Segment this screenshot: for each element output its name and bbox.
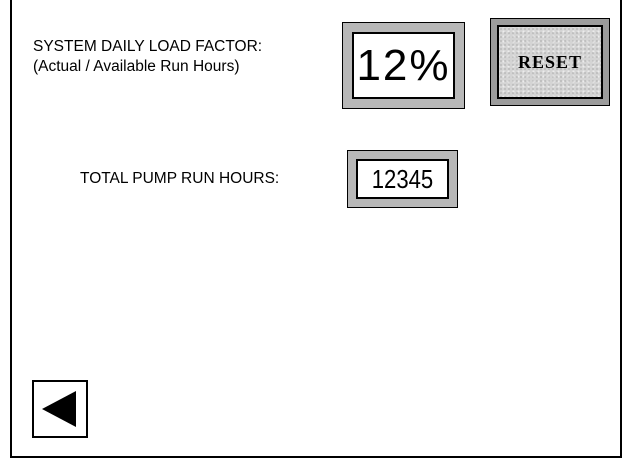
reset-button[interactable]: RESET: [490, 18, 610, 106]
load-factor-display-inner: 12%: [352, 32, 455, 99]
pump-hours-display-inner: 12345: [356, 159, 449, 199]
back-button[interactable]: [32, 380, 88, 438]
total-pump-run-hours-label: TOTAL PUMP RUN HOURS:: [80, 170, 280, 187]
reset-button-label[interactable]: RESET: [497, 25, 603, 99]
load-factor-label-line1: SYSTEM DAILY LOAD FACTOR:: [33, 38, 263, 55]
screen-panel: SYSTEM DAILY LOAD FACTOR: (Actual / Avai…: [10, 0, 622, 458]
load-factor-label-line2: (Actual / Available Run Hours): [33, 58, 240, 75]
left-triangle-icon: [42, 391, 76, 427]
load-factor-display: 12%: [342, 22, 465, 109]
pump-hours-display: 12345: [347, 150, 458, 208]
pump-hours-value: 12345: [371, 163, 434, 194]
load-factor-label: SYSTEM DAILY LOAD FACTOR: (Actual / Avai…: [33, 37, 262, 77]
load-factor-value: 12%: [356, 40, 451, 90]
